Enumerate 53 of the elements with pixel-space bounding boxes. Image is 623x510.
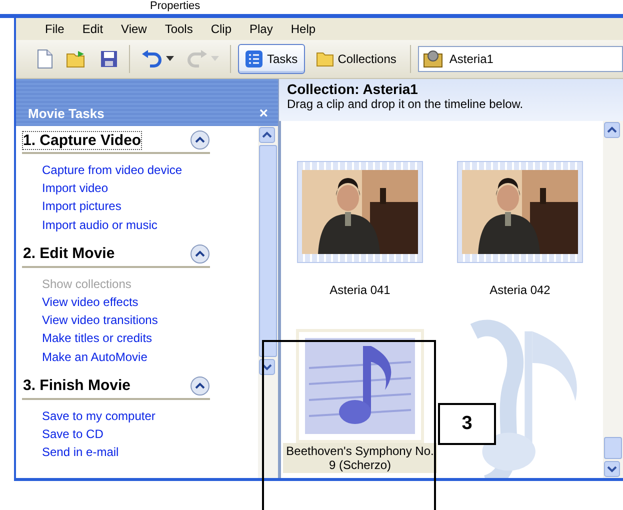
- task-link[interactable]: View video transitions: [22, 311, 248, 330]
- menu-item[interactable]: File: [36, 22, 74, 36]
- collection-dropdown[interactable]: Asteria1: [418, 46, 623, 72]
- scrollbar[interactable]: [603, 121, 623, 478]
- clip-caption: Asteria 041: [330, 283, 390, 299]
- collapse-icon[interactable]: [190, 130, 210, 150]
- collection-title: Collection: Asteria1: [287, 81, 419, 97]
- callout-label: 3: [438, 403, 496, 445]
- task-link[interactable]: Import pictures: [22, 197, 248, 216]
- audio-clip-thumbnail[interactable]: [296, 329, 424, 443]
- task-link[interactable]: Make an AutoMovie: [22, 348, 248, 366]
- folder-icon: [316, 51, 334, 67]
- hint-text: Drag a clip and drop it on the timeline below.: [287, 97, 524, 111]
- toolbar-tab[interactable]: Tasks: [238, 44, 305, 74]
- section-heading[interactable]: 2. Edit Movie: [22, 244, 116, 264]
- collapse-icon[interactable]: [190, 244, 210, 264]
- section-heading[interactable]: 1. Capture Video: [22, 130, 142, 150]
- menu-item[interactable]: Help: [282, 22, 325, 36]
- scroll-up-icon[interactable]: [259, 127, 275, 143]
- clip-caption: Beethoven's Symphony No. 9 (Scherzo): [283, 443, 437, 473]
- pane-title: Movie Tasks: [28, 106, 104, 121]
- redo-arrow-icon: [186, 50, 208, 68]
- menu-item[interactable]: Clip: [202, 22, 241, 36]
- menu-item[interactable]: Edit: [73, 22, 112, 36]
- toolbar-tab[interactable]: Collections: [308, 44, 404, 74]
- scrollbar-thumb[interactable]: [259, 145, 277, 357]
- clip-caption: Asteria 042: [490, 283, 550, 299]
- task-link[interactable]: Import video: [22, 179, 248, 198]
- task-link[interactable]: Capture from video device: [22, 161, 248, 180]
- task-link[interactable]: Save to my computer: [22, 406, 248, 426]
- task-link[interactable]: Save to CD: [22, 425, 248, 444]
- video-clip-thumbnail[interactable]: [457, 161, 583, 263]
- scrollbar-thumb[interactable]: [604, 437, 622, 459]
- task-link[interactable]: Make titles or credits: [22, 329, 248, 348]
- menu-item[interactable]: Tools: [156, 22, 202, 36]
- caret-icon: [211, 56, 219, 62]
- task-link[interactable]: View video effects: [22, 293, 248, 312]
- menu-item-text: Properties: [150, 0, 200, 13]
- list-icon: [245, 50, 263, 68]
- undo-arrow-icon: [141, 50, 163, 68]
- film-reel-icon: [423, 50, 444, 68]
- section-heading[interactable]: 3. Finish Movie: [22, 376, 132, 396]
- scroll-up-icon[interactable]: [604, 122, 620, 138]
- task-link[interactable]: Import audio or music: [22, 216, 248, 234]
- task-link[interactable]: Send in e-mail: [22, 443, 248, 462]
- menu-item[interactable]: View: [112, 22, 156, 36]
- video-clip-thumbnail[interactable]: [297, 161, 423, 263]
- page-icon: [36, 49, 54, 69]
- menu-item[interactable]: Play: [240, 22, 282, 36]
- collapse-icon[interactable]: [190, 376, 210, 396]
- music-note-icon: [305, 338, 415, 434]
- caret-icon: [166, 56, 174, 62]
- scrollbar[interactable]: [258, 126, 278, 478]
